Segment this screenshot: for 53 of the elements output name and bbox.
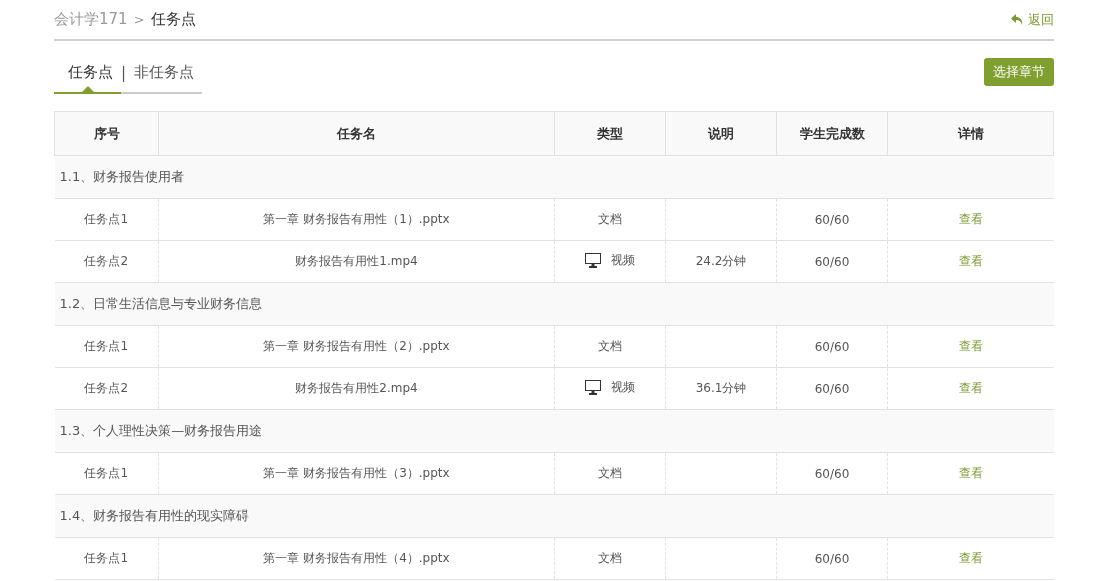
duration: 36.1分钟	[695, 381, 747, 395]
monitor-icon	[585, 380, 601, 395]
table-cell: 第一章 财务报告有用性（2）.pptx	[158, 325, 555, 368]
table-cell: 任务点1	[54, 537, 159, 580]
duration: 24.2分钟	[695, 254, 747, 268]
table-cell: 任务点1	[54, 198, 159, 241]
column-header: 学生完成数	[776, 111, 888, 156]
table-cell: 60/60	[776, 537, 888, 580]
column-header: 类型	[554, 111, 666, 156]
type-label: 视频	[611, 252, 635, 269]
view-link[interactable]: 查看	[958, 339, 983, 353]
table-cell: 财务报告有用性2.mp4	[158, 367, 555, 410]
view-link[interactable]: 查看	[958, 254, 983, 268]
view-link[interactable]: 查看	[958, 551, 983, 565]
table-cell: 第一章 财务报告有用性（3）.pptx	[158, 452, 555, 495]
column-header: 说明	[665, 111, 777, 156]
table-cell: 第一章 财务报告有用性（4）.pptx	[158, 537, 555, 580]
table-cell: 财务报告有用性1.mp4	[158, 240, 555, 283]
table-cell: 任务点1	[54, 325, 159, 368]
view-link[interactable]: 查看	[958, 212, 983, 226]
view-link[interactable]: 查看	[958, 381, 983, 395]
table-cell: 60/60	[776, 325, 888, 368]
back-link[interactable]: 返回	[1010, 10, 1054, 29]
breadcrumb-separator: >	[133, 12, 145, 27]
type-label: 文档	[598, 466, 622, 480]
table-cell: 第一章 财务报告有用性（1）.pptx	[158, 198, 555, 241]
column-header: 序号	[54, 111, 159, 156]
type-label: 文档	[598, 212, 622, 226]
section-title: 1.3、个人理性决策—财务报告用途	[54, 409, 1054, 453]
section-title: 1.4、财务报告有用性的现实障碍	[54, 494, 1054, 538]
table-cell: 60/60	[776, 240, 888, 283]
type-label: 文档	[598, 551, 622, 565]
tab-separator: |	[121, 57, 127, 94]
table-cell: 任务点2	[54, 240, 159, 283]
table-cell: 60/60	[776, 452, 888, 495]
column-header: 任务名	[158, 111, 555, 156]
tab[interactable]: 非任务点	[126, 57, 203, 94]
tab[interactable]: 任务点	[54, 57, 121, 94]
table-cell: 60/60	[776, 367, 888, 410]
back-arrow-icon	[1010, 12, 1024, 27]
breadcrumb-current: 任务点	[150, 10, 196, 29]
table-cell: 任务点1	[54, 452, 159, 495]
table-cell: 任务点2	[54, 367, 159, 410]
view-link[interactable]: 查看	[958, 466, 983, 480]
column-header: 详情	[887, 111, 1054, 156]
monitor-icon	[585, 253, 601, 268]
table-cell: 60/60	[776, 198, 888, 241]
choose-chapter-button[interactable]: 选择章节	[984, 58, 1054, 86]
section-title: 1.2、日常生活信息与专业财务信息	[54, 282, 1054, 326]
type-label: 文档	[598, 339, 622, 353]
section-title: 1.1、财务报告使用者	[54, 155, 1054, 199]
breadcrumb-link[interactable]: 会计学171	[54, 10, 128, 29]
type-label: 视频	[611, 379, 635, 396]
